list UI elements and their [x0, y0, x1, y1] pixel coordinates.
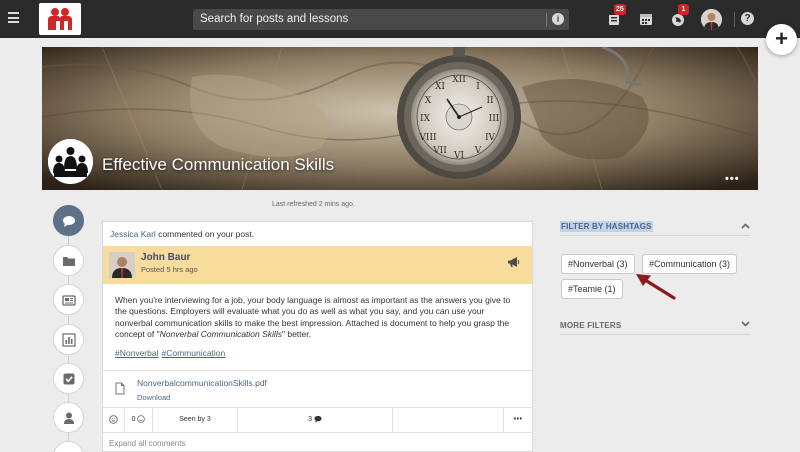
hashtag-link[interactable]: #Nonverbal [115, 348, 158, 358]
post-header: John Baur Posted 5 hrs ago [103, 246, 532, 284]
post-card: Jessica Karl commented on your post. Joh… [102, 221, 533, 452]
rail-more-button[interactable] [53, 441, 84, 452]
react-button[interactable] [103, 408, 125, 432]
reactions-count-value: 0 [131, 416, 136, 423]
app-logo[interactable] [39, 3, 81, 35]
filter-by-hashtags-heading[interactable]: FILTER BY HASHTAGS [560, 221, 653, 232]
comments-count-value: 3 [308, 416, 312, 423]
post-hashtags: #Nonverbal #Communication [115, 348, 228, 358]
svg-text:I: I [476, 82, 480, 92]
action-spacer [393, 408, 504, 432]
megaphone-icon [508, 257, 520, 267]
more-filters-heading[interactable]: MORE FILTERS [560, 321, 621, 330]
hashtag-filter-teamie[interactable]: #Teamie (1) [561, 279, 623, 299]
annotation-arrow [636, 274, 676, 300]
post-body-end: " better. [281, 328, 311, 339]
rail-news-button[interactable] [53, 284, 84, 315]
rail-members-button[interactable] [53, 402, 84, 433]
menu-icon[interactable] [8, 12, 19, 23]
comment-icon [314, 416, 322, 423]
post-divider [103, 370, 532, 371]
more-filters-divider [560, 334, 750, 335]
user-avatar[interactable] [701, 9, 722, 30]
author-avatar[interactable] [109, 252, 135, 278]
newspaper-icon [62, 295, 76, 306]
group-title: Effective Communication Skills [102, 155, 335, 174]
seen-by-button[interactable]: Seen by 3 [153, 408, 238, 432]
last-refreshed: Last refreshed 2 mins ago. [272, 201, 355, 208]
svg-text:VI: VI [453, 151, 464, 161]
group-banner: XII III VI IX I II IV V VII VIII X XI Effective C… [42, 47, 758, 190]
create-button[interactable]: + [766, 24, 797, 55]
chat-bubble-icon [63, 216, 75, 227]
svg-text:III: III [489, 114, 500, 124]
svg-text:VII: VII [432, 146, 447, 156]
svg-text:VIII: VIII [418, 133, 437, 143]
rail-analytics-button[interactable] [53, 324, 84, 355]
author-name-link[interactable]: John Baur [141, 252, 190, 263]
top-bar: Search for posts and lessons i 25 1 ? [0, 0, 800, 38]
user-icon [64, 412, 74, 424]
smiley-icon [137, 415, 146, 423]
info-icon[interactable]: i [552, 13, 564, 25]
svg-text:II: II [486, 96, 494, 106]
rail-tasks-button[interactable] [53, 363, 84, 394]
chevron-down-icon[interactable] [741, 321, 750, 327]
hashtag-link[interactable]: #Communication [161, 348, 225, 358]
reactions-count[interactable]: 0 [125, 408, 153, 432]
post-more-button[interactable]: ••• [504, 408, 532, 432]
search-divider [546, 13, 547, 26]
download-link[interactable]: Download [137, 393, 170, 402]
group-avatar [48, 139, 93, 184]
banner-more-button[interactable]: ••• [725, 173, 740, 185]
chevron-up-icon[interactable] [741, 223, 750, 229]
comments-count-button[interactable]: 3 [238, 408, 393, 432]
post-body: When you're interviewing for a job, your… [115, 295, 523, 340]
comments-divider [103, 432, 532, 433]
post-actions-bar: 0 Seen by 3 3 ••• [103, 408, 532, 432]
svg-text:IV: IV [485, 133, 496, 143]
svg-text:V: V [474, 146, 482, 156]
expand-comments-link[interactable]: Expand all comments [109, 439, 185, 448]
calendar-icon[interactable] [638, 11, 654, 27]
folder-icon [63, 257, 75, 266]
rail-folders-button[interactable] [53, 245, 84, 276]
globe-badge: 1 [678, 4, 689, 15]
smiley-icon [109, 414, 118, 424]
search-bar[interactable]: Search for posts and lessons i [193, 9, 569, 30]
search-input[interactable]: Search for posts and lessons [200, 13, 348, 25]
attachment-name-link[interactable]: NonverbalcommunicationSkills.pdf [137, 378, 267, 388]
notification-actor-link[interactable]: Jessica Karl [110, 229, 156, 239]
notifications-badge: 25 [614, 4, 626, 15]
svg-text:XI: XI [435, 82, 445, 92]
bar-chart-icon [62, 333, 76, 347]
svg-text:XII: XII [452, 75, 466, 85]
svg-text:X: X [425, 96, 432, 106]
checkbox-icon [63, 373, 75, 385]
notification-text: commented on your post. [155, 229, 255, 239]
hashtag-filter-nonverbal[interactable]: #Nonverbal (3) [561, 254, 635, 274]
rail-posts-button[interactable] [53, 205, 84, 236]
svg-text:IX: IX [420, 114, 431, 124]
hashtag-filter-communication[interactable]: #Communication (3) [642, 254, 738, 274]
help-icon[interactable]: ? [741, 12, 754, 25]
filter-divider [560, 235, 750, 236]
post-timestamp: Posted 5 hrs ago [141, 265, 198, 274]
comment-notification: Jessica Karl commented on your post. [110, 229, 254, 239]
document-icon [115, 382, 125, 395]
post-body-emphasis: Nonverbal Communication Skills [159, 328, 282, 339]
topbar-divider [734, 12, 735, 27]
